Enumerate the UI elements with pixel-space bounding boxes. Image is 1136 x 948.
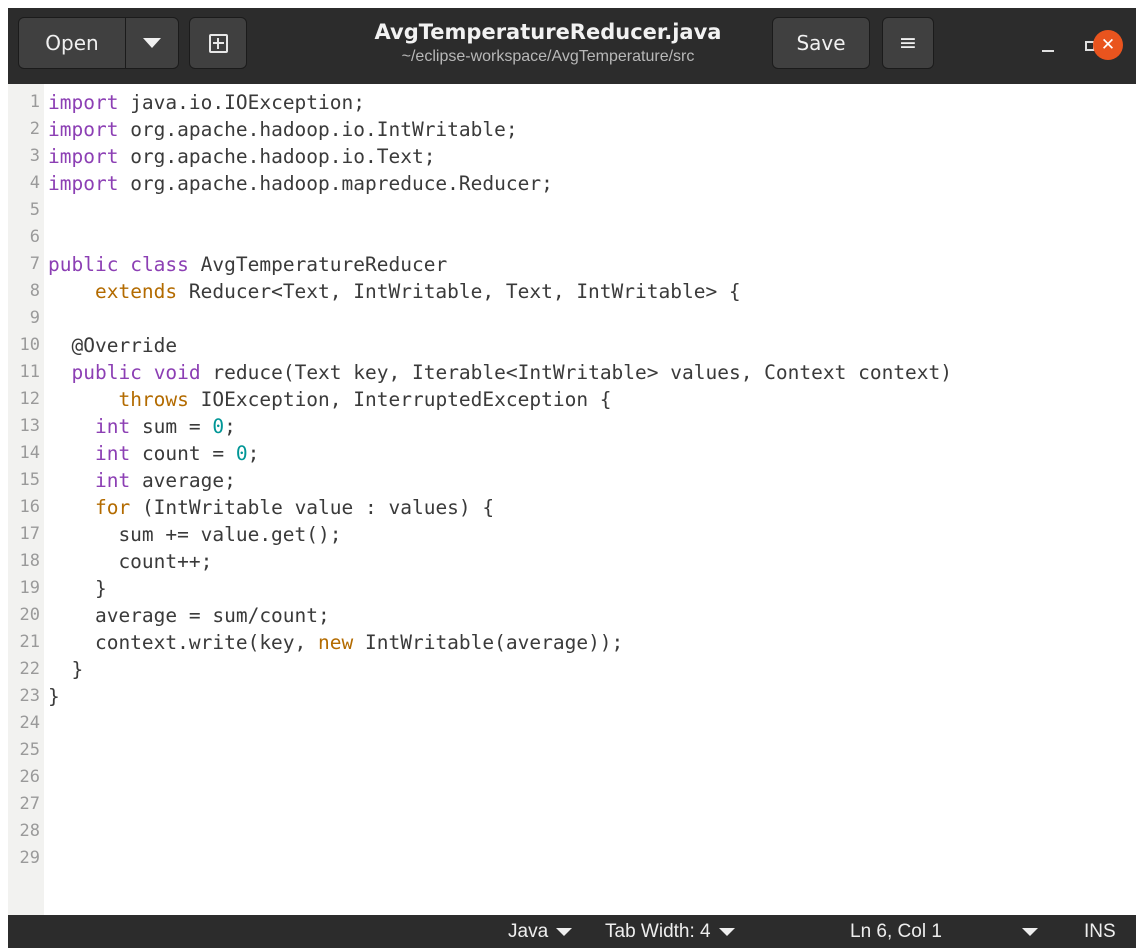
code-text[interactable]: } (48, 575, 107, 602)
code-text[interactable]: throws IOException, InterruptedException… (48, 386, 611, 413)
close-button[interactable]: ✕ (1093, 30, 1123, 60)
chevron-down-icon (556, 927, 573, 936)
open-button[interactable]: Open (18, 17, 126, 69)
line-number: 29 (19, 848, 40, 868)
code-text[interactable]: public void reduce(Text key, Iterable<In… (48, 359, 952, 386)
line-number: 4 (29, 173, 40, 193)
line-number: 11 (19, 362, 40, 382)
code-text[interactable]: for (IntWritable value : values) { (48, 494, 494, 521)
status-bar: Java Tab Width: 4 Ln 6, Col 1 INS (8, 915, 1136, 948)
code-text[interactable]: int average; (48, 467, 236, 494)
code-text[interactable]: extends Reducer<Text, IntWritable, Text,… (48, 278, 741, 305)
code-text[interactable]: count++; (48, 548, 212, 575)
window-title-area: AvgTemperatureReducer.java ~/eclipse-wor… (348, 18, 748, 68)
line-number: 23 (19, 686, 40, 706)
code-editor[interactable]: 1 import java.io.IOException; 2 import org.… (8, 84, 1136, 915)
code-text[interactable]: @Override (48, 332, 177, 359)
minimize-button[interactable] (1034, 32, 1062, 60)
new-tab-button[interactable] (189, 17, 247, 69)
line-number: 15 (19, 470, 40, 490)
code-text[interactable]: } (48, 683, 60, 710)
line-number: 21 (19, 632, 40, 652)
hamburger-menu-button[interactable]: ≡ (882, 17, 934, 69)
open-button-label: Open (45, 31, 99, 55)
line-number: 8 (29, 281, 40, 301)
code-text[interactable]: context.write(key, new IntWritable(avera… (48, 629, 623, 656)
text-editor-window: Open AvgTemperatureReducer.java ~/eclips… (8, 8, 1136, 948)
code-text[interactable]: } (48, 656, 83, 683)
chevron-down-icon (718, 927, 735, 936)
insert-mode-label: INS (1084, 920, 1116, 942)
line-number: 28 (19, 821, 40, 841)
line-number: 27 (19, 794, 40, 814)
open-menu-button[interactable] (125, 17, 179, 69)
line-number: 10 (19, 335, 40, 355)
line-number: 19 (19, 578, 40, 598)
language-selector[interactable]: Java (508, 915, 573, 948)
line-number: 13 (19, 416, 40, 436)
line-number: 6 (29, 227, 40, 247)
line-number: 14 (19, 443, 40, 463)
close-icon: ✕ (1100, 35, 1116, 55)
line-number: 16 (19, 497, 40, 517)
code-text[interactable]: import java.io.IOException; (48, 89, 365, 116)
code-text[interactable]: import org.apache.hadoop.mapreduce.Reduc… (48, 170, 553, 197)
line-number: 9 (29, 308, 40, 328)
header-bar: Open AvgTemperatureReducer.java ~/eclips… (8, 8, 1136, 84)
line-number: 24 (19, 713, 40, 733)
language-label: Java (508, 920, 549, 942)
code-text[interactable]: sum += value.get(); (48, 521, 341, 548)
line-number: 7 (29, 254, 40, 274)
line-number: 22 (19, 659, 40, 679)
line-number: 3 (29, 146, 40, 166)
line-number: 5 (29, 200, 40, 220)
tab-width-selector[interactable]: Tab Width: 4 (605, 915, 735, 948)
code-text[interactable]: average = sum/count; (48, 602, 330, 629)
code-text[interactable]: import org.apache.hadoop.io.IntWritable; (48, 116, 518, 143)
save-button[interactable]: Save (772, 17, 870, 69)
cursor-position[interactable]: Ln 6, Col 1 (850, 915, 942, 948)
hamburger-menu-icon: ≡ (898, 30, 918, 56)
line-number: 20 (19, 605, 40, 625)
code-text[interactable]: int count = 0; (48, 440, 259, 467)
save-button-label: Save (796, 31, 846, 55)
insert-mode-indicator[interactable]: INS (1084, 915, 1116, 948)
line-number: 2 (29, 119, 40, 139)
document-title: AvgTemperatureReducer.java (374, 20, 722, 44)
code-text[interactable]: int sum = 0; (48, 413, 236, 440)
code-text[interactable]: import org.apache.hadoop.io.Text; (48, 143, 435, 170)
minimize-icon (1042, 50, 1054, 52)
line-number: 12 (19, 389, 40, 409)
line-number: 1 (29, 92, 40, 112)
cursor-position-label: Ln 6, Col 1 (850, 920, 942, 942)
line-number: 26 (19, 767, 40, 787)
line-number: 17 (19, 524, 40, 544)
code-text[interactable]: public class AvgTemperatureReducer (48, 251, 447, 278)
new-tab-icon (208, 33, 228, 53)
tab-width-label: Tab Width: 4 (605, 920, 711, 942)
document-path: ~/eclipse-workspace/AvgTemperature/src (401, 48, 695, 65)
position-menu-button[interactable] (1022, 915, 1038, 948)
line-number: 25 (19, 740, 40, 760)
line-number: 18 (19, 551, 40, 571)
chevron-down-icon (1022, 927, 1038, 936)
chevron-down-icon (143, 38, 161, 48)
